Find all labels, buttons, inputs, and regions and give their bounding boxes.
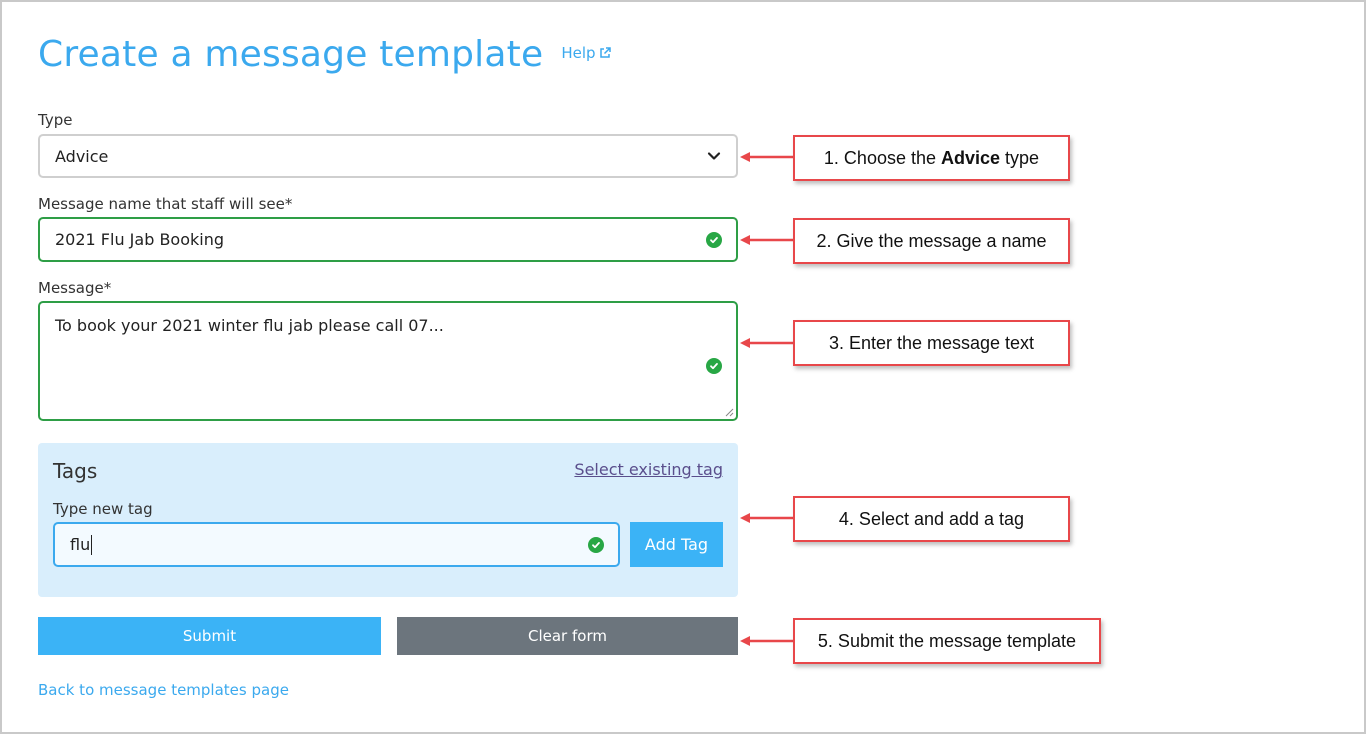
submit-button[interactable]: Submit bbox=[38, 617, 381, 655]
chevron-down-icon bbox=[707, 152, 721, 160]
callout-1-suffix: type bbox=[1005, 147, 1040, 168]
text-caret bbox=[91, 534, 93, 555]
message-textarea[interactable]: To book your 2021 winter flu jab please … bbox=[38, 301, 738, 421]
callout-arrow-5 bbox=[740, 636, 794, 646]
callout-5-text: 5. Submit the message template bbox=[817, 630, 1077, 651]
clear-form-button[interactable]: Clear form bbox=[397, 617, 738, 655]
type-selected-value: Advice bbox=[55, 146, 109, 166]
message-name-input[interactable]: 2021 Flu Jab Booking bbox=[38, 217, 738, 262]
external-link-icon bbox=[599, 47, 611, 58]
message-text: To book your 2021 winter flu jab please … bbox=[55, 316, 444, 335]
callout-arrow-3 bbox=[740, 338, 794, 348]
callout-step-4: 4. Select and add a tag bbox=[793, 496, 1070, 542]
callout-1-prefix: 1. Choose the bbox=[823, 147, 936, 168]
check-circle-icon bbox=[588, 536, 604, 553]
select-existing-tag-link[interactable]: Select existing tag bbox=[574, 460, 723, 479]
callout-1-bold: Advice bbox=[941, 147, 1001, 168]
callout-arrow-1 bbox=[740, 152, 794, 162]
callout-arrow-2 bbox=[740, 235, 794, 245]
callout-step-5: 5. Submit the message template bbox=[793, 618, 1101, 664]
page-title: Create a message template bbox=[38, 34, 544, 75]
callout-arrow-4 bbox=[740, 513, 794, 523]
message-name-label: Message name that staff will see* bbox=[38, 195, 293, 213]
help-link[interactable]: Help bbox=[561, 44, 611, 62]
check-circle-icon bbox=[706, 231, 722, 248]
new-tag-input[interactable]: flu bbox=[53, 522, 620, 567]
new-tag-label: Type new tag bbox=[53, 500, 153, 518]
message-name-value: 2021 Flu Jab Booking bbox=[55, 230, 225, 249]
callout-3-text: 3. Enter the message text bbox=[828, 332, 1035, 353]
type-label: Type bbox=[38, 111, 73, 129]
title-row: Create a message template Help bbox=[38, 34, 611, 75]
callout-2-text: 2. Give the message a name bbox=[816, 230, 1047, 251]
tags-title: Tags bbox=[53, 459, 98, 483]
new-tag-value: flu bbox=[70, 535, 91, 554]
type-select[interactable]: Advice bbox=[38, 134, 738, 178]
check-circle-icon bbox=[706, 358, 722, 374]
tags-panel: Tags Select existing tag Type new tag fl… bbox=[38, 443, 738, 597]
callout-step-2: 2. Give the message a name bbox=[793, 218, 1070, 264]
back-to-templates-link[interactable]: Back to message templates page bbox=[38, 681, 289, 699]
help-label: Help bbox=[561, 44, 596, 62]
message-label: Message* bbox=[38, 279, 112, 297]
callout-step-1: 1. Choose the Advice type bbox=[793, 135, 1070, 181]
callout-step-3: 3. Enter the message text bbox=[793, 320, 1070, 366]
callout-4-text: 4. Select and add a tag bbox=[838, 508, 1025, 529]
add-tag-button[interactable]: Add Tag bbox=[630, 522, 723, 567]
resize-handle-icon[interactable] bbox=[724, 407, 734, 417]
